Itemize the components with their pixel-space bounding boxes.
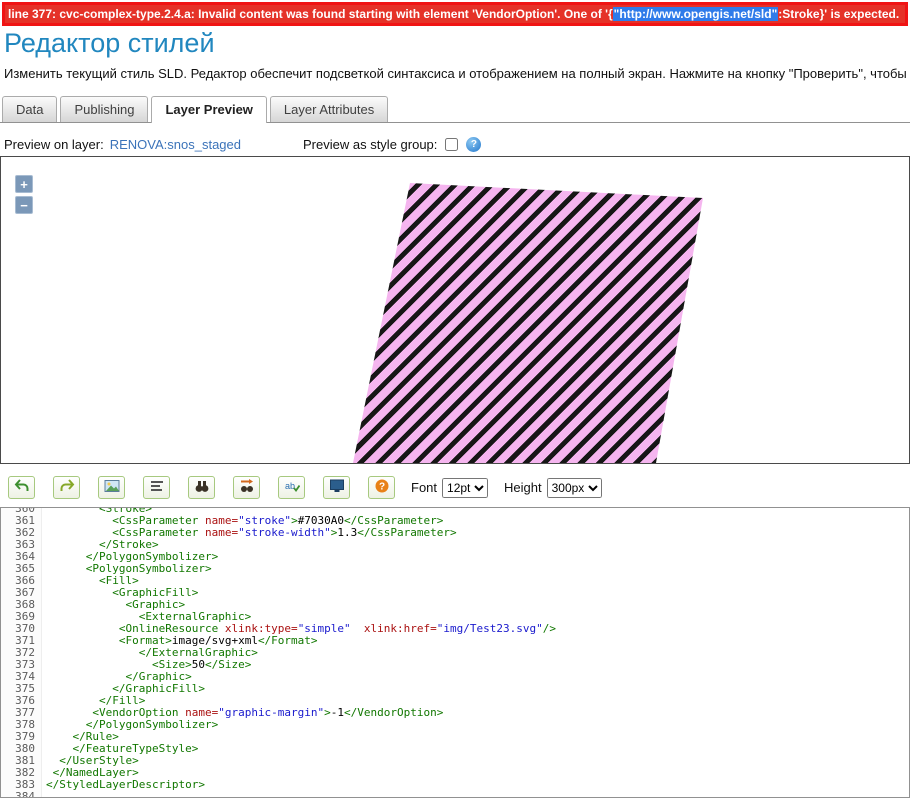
zoom-out-button[interactable]: − [15,196,33,214]
map-preview[interactable]: + − [0,156,910,464]
code-editor-inner: 3603613623633643653663673683693703713723… [1,507,909,798]
code-editor[interactable]: 3603613623633643653663673683693703713723… [0,507,910,798]
undo-button[interactable] [8,476,35,499]
line-number: 384 [1,791,35,798]
binoculars-icon [194,478,210,497]
layer-link[interactable]: RENOVA:snos_staged [110,137,241,152]
editor-toolbar-buttons: ab? [8,476,395,499]
style-group-checkbox[interactable] [445,138,458,151]
error-text-prefix: line 377: cvc-complex-type.2.4.a: Invali… [8,7,613,21]
find-replace-button[interactable] [233,476,260,499]
font-size-control: Font 12pt [411,478,488,498]
page-description: Изменить текущий стиль SLD. Редактор обе… [4,66,910,81]
error-text-suffix: :Stroke}' is expected. [778,7,899,21]
redo-icon [59,478,75,497]
tab-data[interactable]: Data [2,96,57,122]
editor-height-select[interactable]: 300px [547,478,602,498]
code-line-378[interactable]: </PolygonSymbolizer> [46,719,556,731]
preview-on-layer-label: Preview on layer: [4,137,104,152]
validation-error-banner: line 377: cvc-complex-type.2.4.a: Invali… [2,2,908,26]
insert-image-button[interactable] [98,476,125,499]
undo-icon [14,478,30,497]
image-icon [104,478,120,497]
tab-layer-attributes[interactable]: Layer Attributes [270,96,388,122]
help-icon: ? [374,478,390,497]
tab-layer-preview[interactable]: Layer Preview [151,96,266,123]
code-line-384[interactable] [46,791,556,798]
code-line-383[interactable]: </StyledLayerDescriptor> [46,779,556,791]
help-icon[interactable]: ? [466,137,481,152]
binoculars-replace-icon [239,478,255,497]
line-numbers: 3603613623633643653663673683693703713723… [1,507,42,798]
editor-height-control: Height 300px [504,478,602,498]
svg-text:?: ? [378,482,384,493]
error-highlighted-url: "http://www.opengis.net/sld" [613,7,779,21]
spellcheck-button[interactable]: ab [278,476,305,499]
zoom-in-button[interactable]: + [15,175,33,193]
preview-controls: Preview on layer: RENOVA:snos_staged Pre… [4,137,910,152]
font-label: Font [411,480,437,495]
style-editor-page: line 377: cvc-complex-type.2.4.a: Invali… [0,2,910,798]
fullscreen-icon [329,478,345,497]
redo-button[interactable] [53,476,80,499]
reformat-button[interactable] [143,476,170,499]
hatched-polygon-feature [1,157,909,463]
tabs: DataPublishingLayer PreviewLayer Attribu… [0,95,910,123]
zoom-controls: + − [15,175,33,214]
editor-toolbar: ab? Font 12pt Height 300px [0,464,910,507]
code-content[interactable]: <Stroke> <CssParameter name="stroke">#70… [42,507,556,798]
height-label: Height [504,480,542,495]
help-button[interactable]: ? [368,476,395,499]
font-size-select[interactable]: 12pt [442,478,488,498]
find-button[interactable] [188,476,215,499]
reformat-icon [149,478,165,497]
tab-publishing[interactable]: Publishing [60,96,148,122]
svg-text:ab: ab [285,481,295,491]
fullscreen-button[interactable] [323,476,350,499]
spellcheck-icon: ab [284,478,300,497]
preview-as-group-label: Preview as style group: [303,137,437,152]
page-title: Редактор стилей [4,28,910,58]
